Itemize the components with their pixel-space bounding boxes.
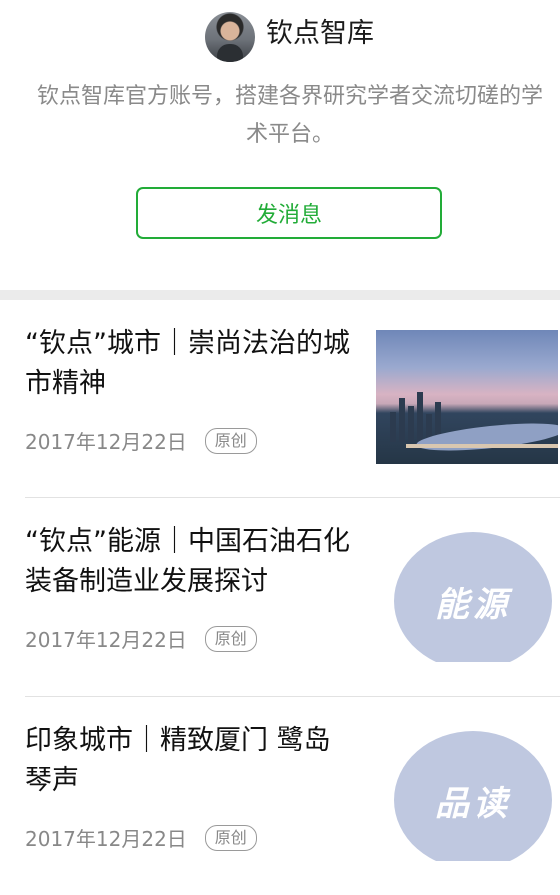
article-thumbnail[interactable]: 能源 — [376, 528, 558, 662]
article-meta: 2017年12月22日 原创 — [25, 624, 257, 653]
article-date: 2017年12月22日 — [25, 827, 187, 851]
article-title[interactable]: 印象城市｜精致厦门 鹭岛琴声 — [25, 721, 355, 801]
account-profile: 钦点智库 钦点智库官方账号，搭建各界研究学者交流切磋的学术平台。 发消息 — [0, 0, 560, 290]
article-thumbnail[interactable]: 品读 — [376, 727, 558, 861]
article-date: 2017年12月22日 — [25, 430, 187, 454]
article-meta: 2017年12月22日 原创 — [25, 426, 257, 455]
section-separator — [0, 290, 560, 300]
article-title[interactable]: “钦点”能源｜中国石油石化装备制造业发展探讨 — [25, 522, 355, 602]
account-description: 钦点智库官方账号，搭建各界研究学者交流切磋的学术平台。 — [36, 84, 543, 147]
account-name: 钦点智库 — [266, 18, 374, 49]
thumbnail-calligraphy: 品读 — [435, 783, 511, 824]
article-meta: 2017年12月22日 原创 — [25, 823, 257, 852]
account-avatar[interactable] — [205, 12, 255, 62]
thumbnail-calligraphy: 能源 — [435, 584, 511, 625]
original-badge: 原创 — [204, 824, 257, 851]
article-item[interactable]: “钦点”能源｜中国石油石化装备制造业发展探讨 2017年12月22日 原创 能源 — [0, 498, 560, 696]
article-title[interactable]: “钦点”城市｜崇尚法治的城市精神 — [25, 324, 355, 404]
article-thumbnail[interactable] — [376, 330, 558, 464]
article-date: 2017年12月22日 — [25, 628, 187, 652]
article-item[interactable]: 印象城市｜精致厦门 鹭岛琴声 2017年12月22日 原创 品读 — [0, 697, 560, 895]
send-message-button[interactable]: 发消息 — [136, 187, 442, 239]
original-badge: 原创 — [204, 625, 257, 652]
original-badge: 原创 — [204, 427, 257, 454]
bridge-shape — [406, 444, 558, 448]
article-item[interactable]: “钦点”城市｜崇尚法治的城市精神 2017年12月22日 原创 — [0, 300, 560, 498]
